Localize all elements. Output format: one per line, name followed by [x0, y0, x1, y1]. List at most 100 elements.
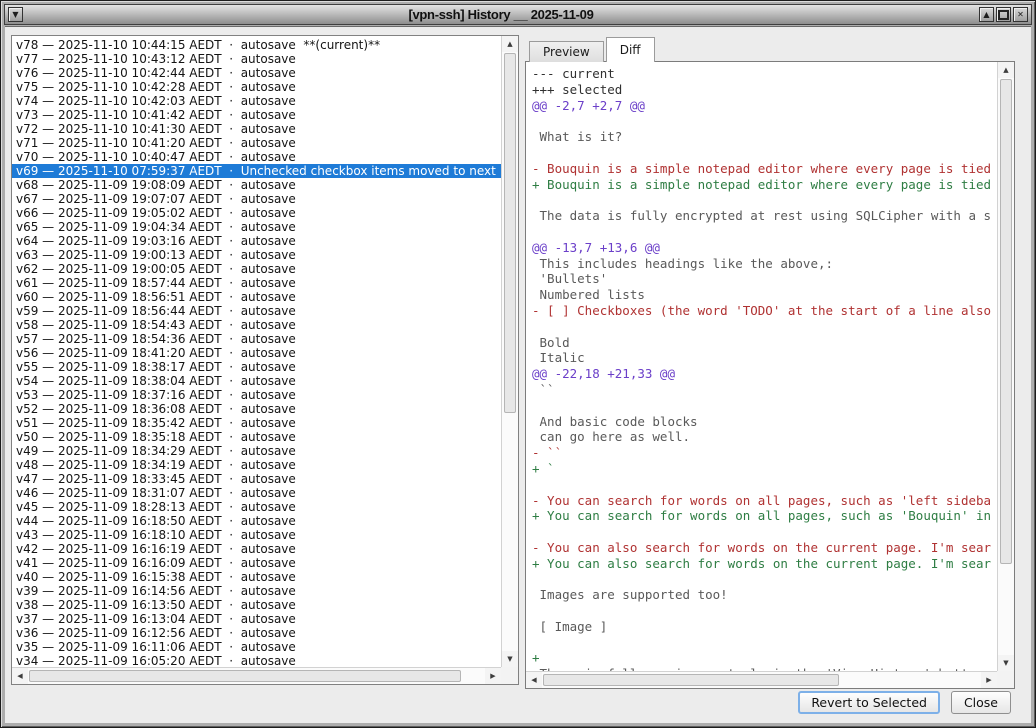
version-list-item[interactable]: v37 — 2025-11-09 16:13:04 AEDT · autosav… [12, 612, 501, 626]
titlebar[interactable]: ▼ [vpn-ssh] History __ 2025-11-09 ▲ ✕ [4, 4, 1032, 25]
version-list-item[interactable]: v72 — 2025-11-10 10:41:30 AEDT · autosav… [12, 122, 501, 136]
window-title: [vpn-ssh] History __ 2025-11-09 [24, 7, 978, 22]
scrollbar-corner [501, 667, 518, 684]
version-list-item[interactable]: v62 — 2025-11-09 19:00:05 AEDT · autosav… [12, 262, 501, 276]
close-button[interactable]: Close [951, 691, 1011, 714]
diff-line-ctx: [ Image ] [532, 619, 997, 635]
scroll-down-arrow-icon[interactable]: ▼ [998, 655, 1014, 671]
horizontal-scroll-thumb[interactable] [29, 670, 461, 682]
version-list-item[interactable]: v44 — 2025-11-09 16:18:50 AEDT · autosav… [12, 514, 501, 528]
tab-preview[interactable]: Preview [529, 41, 604, 62]
diff-horizontal-scrollbar[interactable]: ◀ ▶ [526, 671, 997, 688]
diff-line-meta: +++ selected [532, 82, 997, 98]
dialog-body: v78 — 2025-11-10 10:44:15 AEDT · autosav… [5, 26, 1031, 723]
version-list-item[interactable]: v49 — 2025-11-09 18:34:29 AEDT · autosav… [12, 444, 501, 458]
version-list-item[interactable]: v39 — 2025-11-09 16:14:56 AEDT · autosav… [12, 584, 501, 598]
version-list-item[interactable]: v40 — 2025-11-09 16:15:38 AEDT · autosav… [12, 570, 501, 584]
version-list-item[interactable]: v57 — 2025-11-09 18:54:36 AEDT · autosav… [12, 332, 501, 346]
scroll-up-arrow-icon[interactable]: ▲ [998, 62, 1014, 78]
version-list-item[interactable]: v63 — 2025-11-09 19:00:13 AEDT · autosav… [12, 248, 501, 262]
version-list-item[interactable]: v42 — 2025-11-09 16:16:19 AEDT · autosav… [12, 542, 501, 556]
version-list-item[interactable]: v43 — 2025-11-09 16:18:10 AEDT · autosav… [12, 528, 501, 542]
version-list-item[interactable]: v66 — 2025-11-09 19:05:02 AEDT · autosav… [12, 206, 501, 220]
diff-line-blank [532, 635, 997, 651]
version-list-item[interactable]: v61 — 2025-11-09 18:57:44 AEDT · autosav… [12, 276, 501, 290]
version-list-item[interactable]: v35 — 2025-11-09 16:11:06 AEDT · autosav… [12, 640, 501, 654]
version-list-item[interactable]: v68 — 2025-11-09 19:08:09 AEDT · autosav… [12, 178, 501, 192]
diff-line-ctx: `` [532, 382, 997, 398]
diff-line-add: + Bouquin is a simple notepad editor whe… [532, 177, 997, 193]
diff-line-meta: --- current [532, 66, 997, 82]
diff-line-hunk: @@ -22,18 +21,33 @@ [532, 366, 997, 382]
diff-line-blank [532, 398, 997, 414]
diff-text-viewport[interactable]: --- current+++ selected@@ -2,7 +2,7 @@ W… [526, 62, 997, 671]
tab-diff[interactable]: Diff [606, 37, 655, 62]
diff-line-blank [532, 113, 997, 129]
diff-line-ctx: can go here as well. [532, 429, 997, 445]
version-list-item[interactable]: v51 — 2025-11-09 18:35:42 AEDT · autosav… [12, 416, 501, 430]
version-list-item[interactable]: v52 — 2025-11-09 18:36:08 AEDT · autosav… [12, 402, 501, 416]
close-window-button[interactable]: ✕ [1013, 7, 1028, 22]
version-list-item[interactable]: v71 — 2025-11-10 10:41:20 AEDT · autosav… [12, 136, 501, 150]
vertical-scroll-thumb[interactable] [504, 53, 516, 413]
version-list-item[interactable]: v53 — 2025-11-09 18:37:16 AEDT · autosav… [12, 388, 501, 402]
version-list-item[interactable]: v46 — 2025-11-09 18:31:07 AEDT · autosav… [12, 486, 501, 500]
diff-line-blank [532, 224, 997, 240]
version-list-item[interactable]: v56 — 2025-11-09 18:41:20 AEDT · autosav… [12, 346, 501, 360]
diff-vertical-scrollbar[interactable]: ▲ ▼ [997, 62, 1014, 671]
maximize-button[interactable] [996, 7, 1011, 22]
shade-icon: ▲ [983, 11, 989, 19]
shade-button[interactable]: ▲ [979, 7, 994, 22]
scroll-down-arrow-icon[interactable]: ▼ [502, 651, 518, 667]
diff-line-add: + ` [532, 461, 997, 477]
version-list-item[interactable]: v76 — 2025-11-10 10:42:44 AEDT · autosav… [12, 66, 501, 80]
version-list-item[interactable]: v65 — 2025-11-09 19:04:34 AEDT · autosav… [12, 220, 501, 234]
window-menu-button[interactable]: ▼ [8, 7, 23, 22]
version-list-item[interactable]: v34 — 2025-11-09 16:05:20 AEDT · autosav… [12, 654, 501, 667]
diff-line-ctx: Images are supported too! [532, 587, 997, 603]
version-list-vertical-scrollbar[interactable]: ▲ ▼ [501, 36, 518, 667]
version-list-item[interactable]: v59 — 2025-11-09 18:56:44 AEDT · autosav… [12, 304, 501, 318]
version-list-item[interactable]: v67 — 2025-11-09 19:07:07 AEDT · autosav… [12, 192, 501, 206]
version-list-item[interactable]: v75 — 2025-11-10 10:42:28 AEDT · autosav… [12, 80, 501, 94]
version-list-horizontal-scrollbar[interactable]: ◀ ▶ [12, 667, 501, 684]
version-history-list[interactable]: v78 — 2025-11-10 10:44:15 AEDT · autosav… [11, 35, 519, 685]
version-list-item[interactable]: v55 — 2025-11-09 18:38:17 AEDT · autosav… [12, 360, 501, 374]
version-list-item[interactable]: v64 — 2025-11-09 19:03:16 AEDT · autosav… [12, 234, 501, 248]
diff-line-ctx: The data is fully encrypted at rest usin… [532, 208, 997, 224]
version-list-item[interactable]: v47 — 2025-11-09 18:33:45 AEDT · autosav… [12, 472, 501, 486]
version-list-item[interactable]: v41 — 2025-11-09 16:16:09 AEDT · autosav… [12, 556, 501, 570]
version-list-item[interactable]: v50 — 2025-11-09 18:35:18 AEDT · autosav… [12, 430, 501, 444]
version-list-item[interactable]: v54 — 2025-11-09 18:38:04 AEDT · autosav… [12, 374, 501, 388]
scroll-right-arrow-icon[interactable]: ▶ [485, 668, 501, 684]
version-list-item[interactable]: v70 — 2025-11-10 10:40:47 AEDT · autosav… [12, 150, 501, 164]
version-list-item[interactable]: v73 — 2025-11-10 10:41:42 AEDT · autosav… [12, 108, 501, 122]
scroll-left-arrow-icon[interactable]: ◀ [12, 668, 28, 684]
tab-bar: PreviewDiff [529, 37, 657, 62]
diff-line-add: + You can also search for words on the c… [532, 556, 997, 572]
scroll-right-arrow-icon[interactable]: ▶ [981, 672, 997, 688]
diff-line-del: - [ ] Checkboxes (the word 'TODO' at the… [532, 303, 997, 319]
revert-to-selected-button[interactable]: Revert to Selected [798, 691, 940, 714]
version-list-item[interactable]: v48 — 2025-11-09 18:34:19 AEDT · autosav… [12, 458, 501, 472]
version-list-item[interactable]: v74 — 2025-11-10 10:42:03 AEDT · autosav… [12, 94, 501, 108]
scroll-left-arrow-icon[interactable]: ◀ [526, 672, 542, 688]
horizontal-scroll-thumb[interactable] [543, 674, 839, 686]
version-list-item[interactable]: v77 — 2025-11-10 10:43:12 AEDT · autosav… [12, 52, 501, 66]
version-list-item[interactable]: v69 — 2025-11-10 07:59:37 AEDT · Uncheck… [12, 164, 501, 178]
diff-line-blank [532, 477, 997, 493]
diff-line-hunk: @@ -13,7 +13,6 @@ [532, 240, 997, 256]
diff-pane[interactable]: --- current+++ selected@@ -2,7 +2,7 @@ W… [525, 61, 1015, 689]
scroll-up-arrow-icon[interactable]: ▲ [502, 36, 518, 52]
version-list-item[interactable]: v45 — 2025-11-09 18:28:13 AEDT · autosav… [12, 500, 501, 514]
version-list-item[interactable]: v58 — 2025-11-09 18:54:43 AEDT · autosav… [12, 318, 501, 332]
diff-line-ctx: This includes headings like the above,: [532, 256, 997, 272]
vertical-scroll-thumb[interactable] [1000, 79, 1012, 564]
version-list-item[interactable]: v36 — 2025-11-09 16:12:56 AEDT · autosav… [12, 626, 501, 640]
version-list-viewport[interactable]: v78 — 2025-11-10 10:44:15 AEDT · autosav… [12, 36, 501, 667]
version-list-item[interactable]: v60 — 2025-11-09 18:56:51 AEDT · autosav… [12, 290, 501, 304]
version-list-item[interactable]: v38 — 2025-11-09 16:13:50 AEDT · autosav… [12, 598, 501, 612]
window-menu-icon: ▼ [12, 11, 18, 19]
version-list-item[interactable]: v78 — 2025-11-10 10:44:15 AEDT · autosav… [12, 38, 501, 52]
diff-line-hunk: @@ -2,7 +2,7 @@ [532, 98, 997, 114]
